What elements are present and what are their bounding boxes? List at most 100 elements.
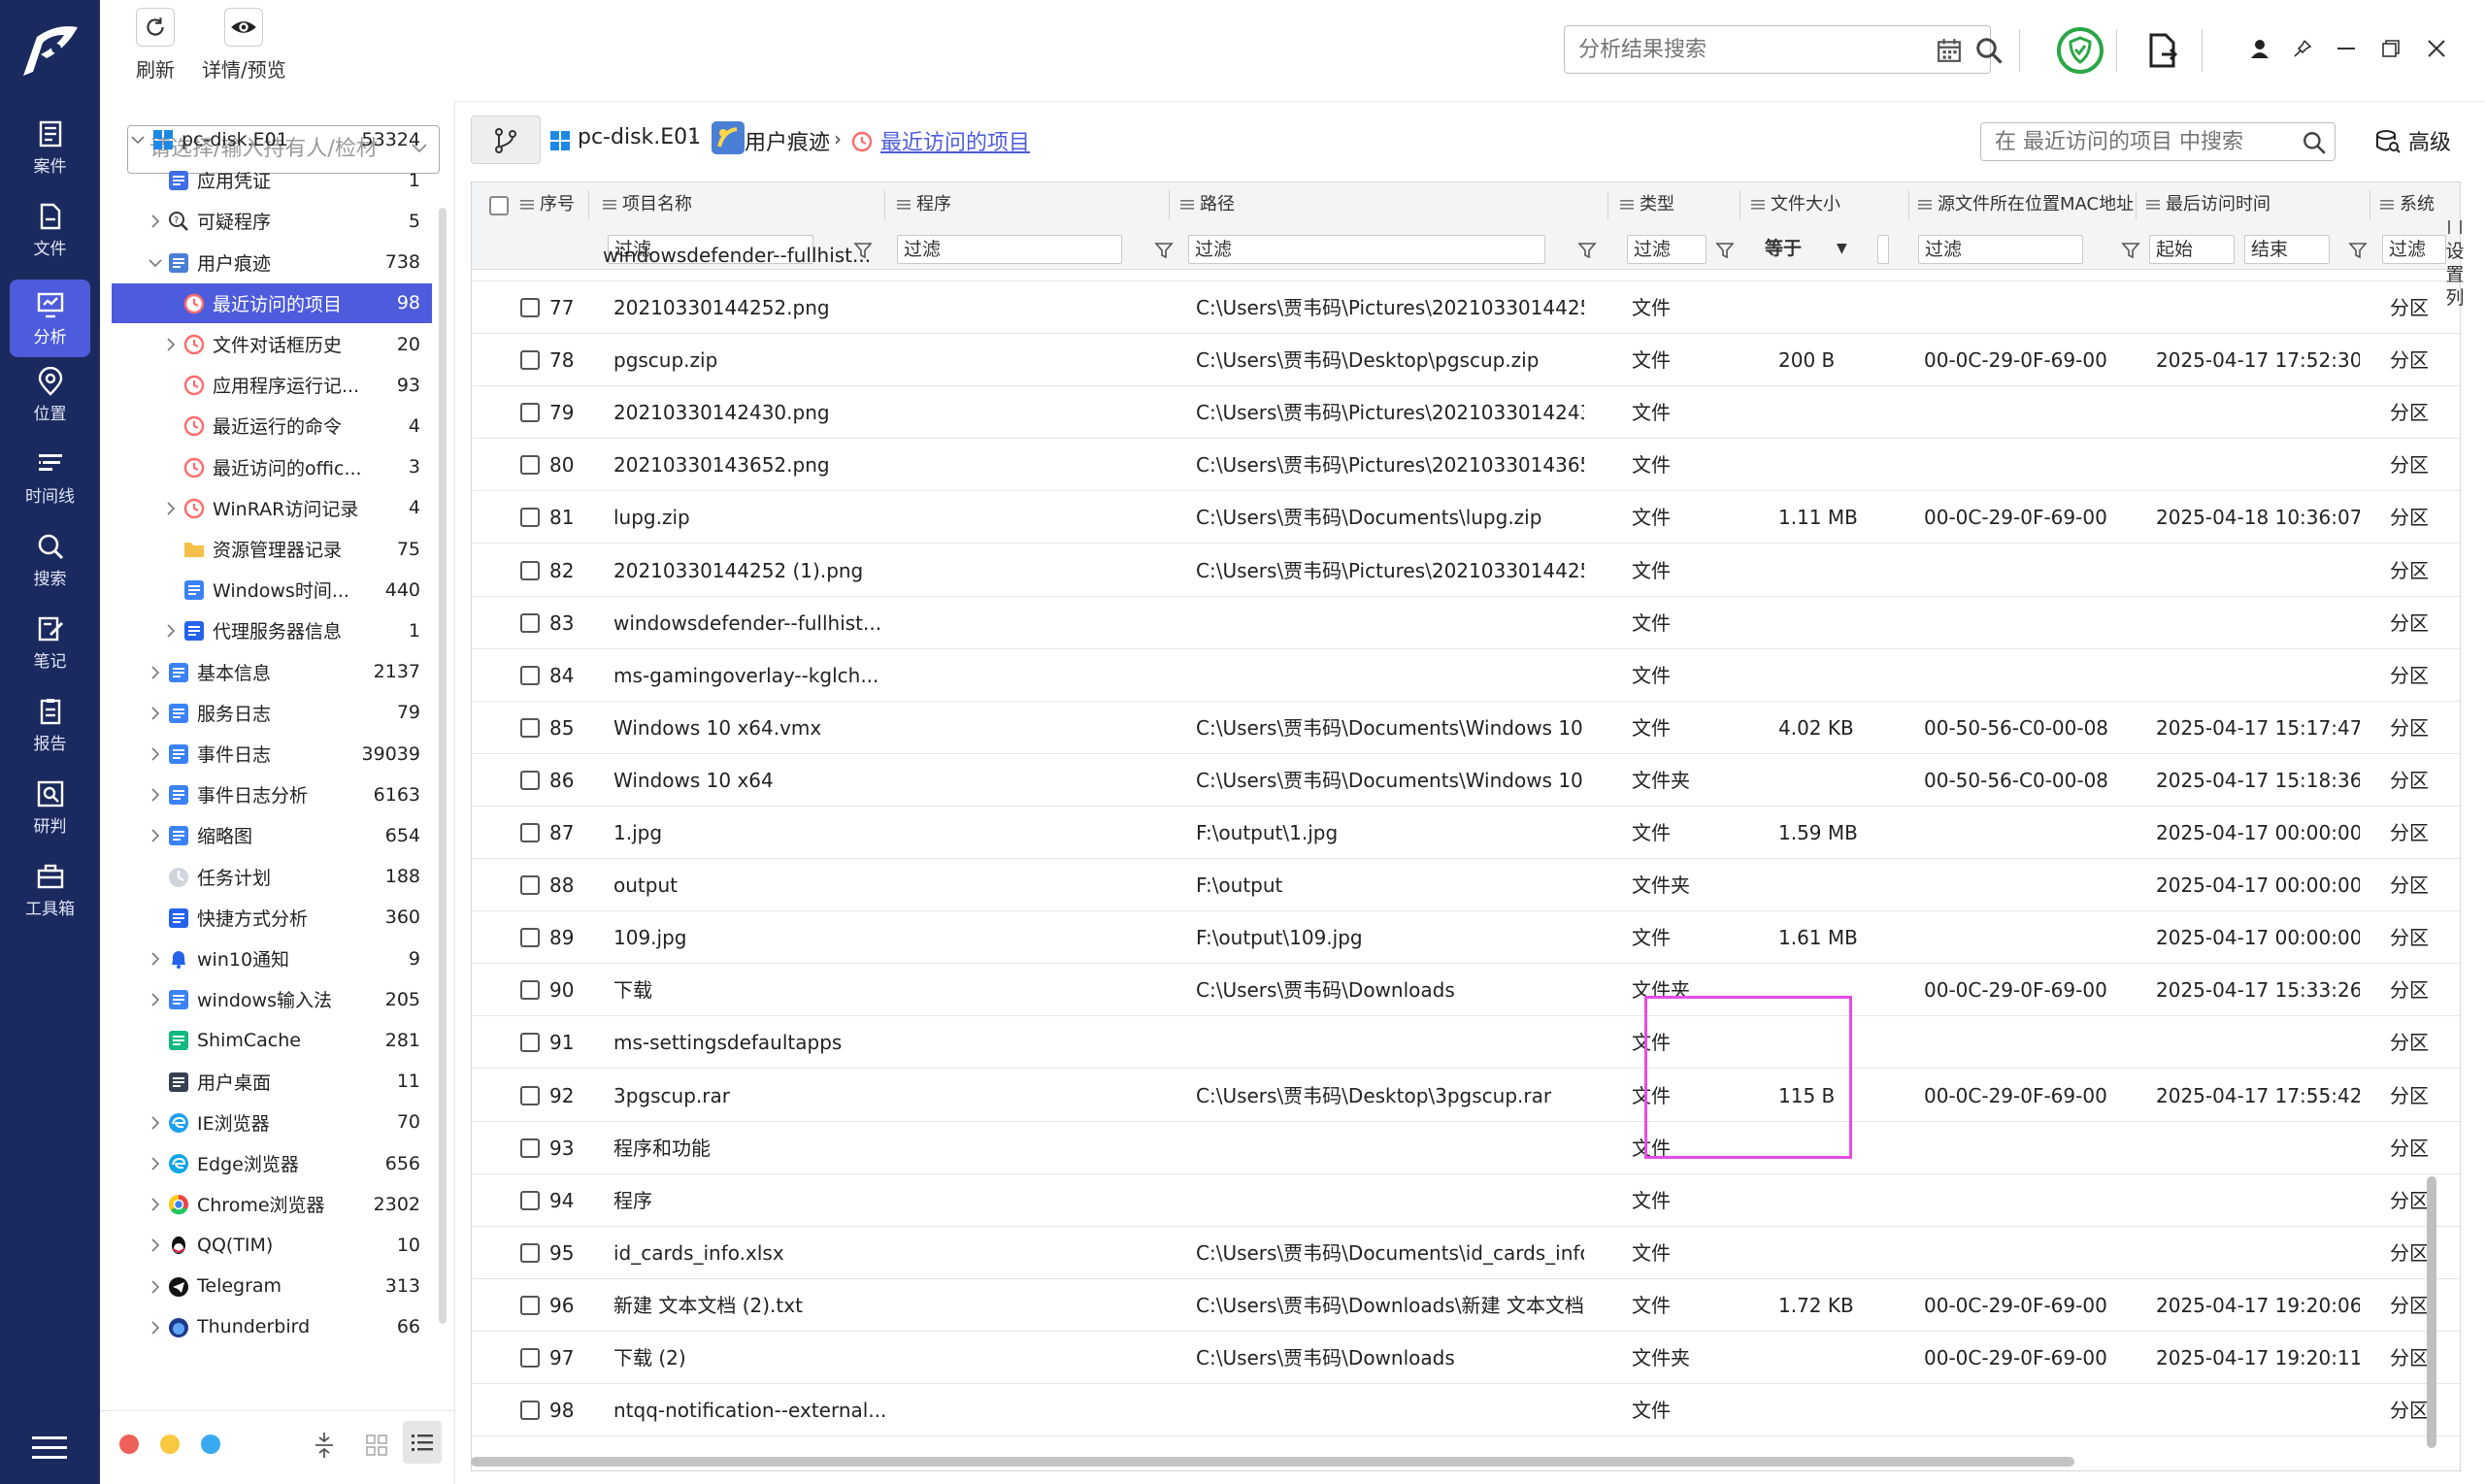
table-row[interactable]: 87 1.jpg F:\output\1.jpg 文件 1.59 MB 2025-04-1… xyxy=(472,807,2460,859)
chevron-right-icon[interactable] xyxy=(149,1238,162,1252)
row-checkbox[interactable] xyxy=(520,298,540,317)
chevron-right-icon[interactable] xyxy=(149,993,162,1006)
row-checkbox[interactable] xyxy=(520,508,540,528)
table-row[interactable]: 91 ms-settingsdefaultapps 文件 分区 xyxy=(472,1016,2460,1070)
tree-item[interactable]: Thunderbird 66 xyxy=(112,1307,432,1347)
column-header[interactable]: 路径 xyxy=(1180,182,1235,226)
row-checkbox[interactable] xyxy=(520,823,540,842)
row-checkbox[interactable] xyxy=(520,1242,540,1263)
table-row[interactable]: 94 程序 文件 分区 xyxy=(472,1174,2460,1227)
table-row[interactable]: 97 下载 (2) C:\Users\贾韦码\Downloads 文件夹 00-0C-2… xyxy=(472,1332,2460,1384)
column-divider[interactable] xyxy=(2136,190,2137,219)
column-header[interactable]: 最后访问时间 xyxy=(2146,182,2270,226)
refresh-button[interactable]: 刷新 xyxy=(136,8,175,82)
tree-item[interactable]: 事件日志 39039 xyxy=(112,734,432,774)
table-row[interactable]: 89 109.jpg F:\output\109.jpg 文件 1.61 MB 2025-… xyxy=(472,911,2460,965)
chevron-right-icon[interactable] xyxy=(149,214,162,228)
search-icon[interactable] xyxy=(1974,36,2004,65)
table-row[interactable]: 93 程序和功能 文件 分区 xyxy=(472,1122,2460,1174)
chevron-down-icon[interactable] xyxy=(131,133,145,147)
list-view-button[interactable] xyxy=(403,1421,442,1464)
row-checkbox[interactable] xyxy=(520,1190,540,1210)
chevron-right-icon[interactable] xyxy=(149,666,162,679)
tree-item[interactable]: 最近访问的项目 98 xyxy=(112,282,432,323)
tree-item[interactable]: 任务计划 188 xyxy=(112,857,432,897)
drag-handle-icon[interactable] xyxy=(1620,199,1634,211)
drag-handle-icon[interactable] xyxy=(2380,199,2394,211)
nav-item-1[interactable]: 文件 xyxy=(10,191,90,269)
nav-item-2[interactable]: 分析 xyxy=(10,280,90,357)
tree-item[interactable]: 用户痕迹 738 xyxy=(112,243,432,282)
tree-item[interactable]: 最近访问的offic... 3 xyxy=(112,447,432,487)
chevron-right-icon[interactable] xyxy=(149,1280,162,1294)
row-checkbox[interactable] xyxy=(520,770,540,790)
table-row[interactable]: 82 20210330144252 (1).png C:\Users\贾韦码\Pic… xyxy=(472,544,2460,597)
column-divider[interactable] xyxy=(2369,190,2370,219)
table-row[interactable]: 88 output F:\output 文件夹 2025-04-17 00:00:00 分… xyxy=(472,859,2460,912)
table-horizontal-scrollbar[interactable] xyxy=(471,1455,2461,1468)
row-checkbox[interactable] xyxy=(520,612,540,633)
tree-item[interactable]: 事件日志分析 6163 xyxy=(112,775,432,814)
nav-item-0[interactable]: 案件 xyxy=(10,109,90,186)
column-setting-button[interactable]: 设置列 xyxy=(2440,220,2469,310)
nav-item-3[interactable]: 位置 xyxy=(10,356,90,434)
tree-item[interactable]: 最近运行的命令 4 xyxy=(112,406,432,445)
column-header[interactable]: 序号 xyxy=(520,182,575,226)
table-row[interactable]: 92 3pgscup.rar C:\Users\贾韦码\Desktop\3pgscu… xyxy=(472,1070,2460,1122)
drag-handle-icon[interactable] xyxy=(520,199,534,211)
drag-handle-icon[interactable] xyxy=(2146,199,2160,211)
tree-item[interactable]: 文件对话框历史 20 xyxy=(112,324,432,364)
tree-item[interactable]: 服务日志 79 xyxy=(112,693,432,733)
drag-handle-icon[interactable] xyxy=(1180,199,1194,211)
table-row[interactable]: 85 Windows 10 x64.vmx C:\Users\贾韦码\Documen… xyxy=(472,702,2460,754)
row-checkbox[interactable] xyxy=(520,455,540,476)
restore-icon[interactable] xyxy=(2382,40,2400,57)
collapse-all-icon[interactable] xyxy=(314,1431,335,1460)
tree-item[interactable]: WinRAR访问记录 4 xyxy=(112,488,432,528)
detail-preview-button[interactable]: 详情/预览 xyxy=(202,8,286,82)
row-checkbox[interactable] xyxy=(520,980,540,1001)
column-header[interactable]: 文件大小 xyxy=(1751,182,1840,226)
tree-item[interactable]: pc-disk.E01 53324 xyxy=(112,119,432,159)
in-table-search-input[interactable] xyxy=(1995,127,2267,156)
tree-item[interactable]: IE浏览器 70 xyxy=(112,1103,432,1142)
tree-item[interactable]: Edge浏览器 656 xyxy=(112,1143,432,1183)
blue-dot-icon[interactable] xyxy=(201,1435,220,1454)
tree-item[interactable]: win10通知 9 xyxy=(112,939,432,978)
calendar-icon[interactable] xyxy=(1937,38,1962,63)
tree-item[interactable]: 缩略图 654 xyxy=(112,815,432,855)
minimize-icon[interactable] xyxy=(2337,48,2355,51)
column-header[interactable]: 程序 xyxy=(897,182,951,226)
column-header[interactable]: 系统 xyxy=(2380,182,2435,226)
tree-item[interactable]: ShimCache 281 xyxy=(112,1020,432,1060)
table-row[interactable]: 80 20210330143652.png C:\Users\贾韦码\Picture… xyxy=(472,439,2460,492)
branch-button[interactable] xyxy=(471,115,541,164)
nav-item-5[interactable]: 搜索 xyxy=(10,521,90,599)
export-file-icon[interactable] xyxy=(2148,33,2177,68)
chevron-right-icon[interactable] xyxy=(164,338,178,351)
nav-item-8[interactable]: 研判 xyxy=(10,769,90,846)
row-checkbox[interactable] xyxy=(520,1348,540,1368)
user-icon[interactable] xyxy=(2250,39,2270,58)
search-icon[interactable] xyxy=(2302,130,2327,155)
table-row[interactable]: 90 下载 C:\Users\贾韦码\Downloads 文件夹 00-0C-29-0F… xyxy=(472,964,2460,1017)
pin-icon[interactable] xyxy=(2293,39,2312,58)
breadcrumb-group[interactable]: 用户痕迹 xyxy=(745,125,830,156)
row-checkbox[interactable] xyxy=(520,717,540,738)
row-checkbox[interactable] xyxy=(520,1138,540,1158)
table-row[interactable]: 86 Windows 10 x64 C:\Users\贾韦码\Documents\W… xyxy=(472,754,2460,807)
row-checkbox[interactable] xyxy=(520,403,540,423)
nav-item-9[interactable]: 工具箱 xyxy=(10,851,90,929)
row-checkbox[interactable] xyxy=(520,1401,540,1421)
nav-item-4[interactable]: 时间线 xyxy=(10,439,90,516)
tree-item[interactable]: 资源管理器记录 75 xyxy=(112,529,432,569)
tree-item[interactable]: 快捷方式分析 360 xyxy=(112,898,432,938)
chevron-right-icon[interactable] xyxy=(149,1116,162,1130)
table-row[interactable]: 81 lupg.zip C:\Users\贾韦码\Documents\lupg.zi… xyxy=(472,491,2460,544)
table-row[interactable]: windowsdefender--fullhist... xyxy=(472,229,2460,281)
tree-item[interactable]: ? 可疑程序 5 xyxy=(112,201,432,241)
chevron-right-icon[interactable] xyxy=(149,1321,162,1335)
column-header[interactable]: 项目名称 xyxy=(603,182,692,226)
table-row[interactable]: 84 ms-gamingoverlay--kglch... 文件 分区 xyxy=(472,649,2460,702)
chevron-right-icon[interactable] xyxy=(149,747,162,761)
